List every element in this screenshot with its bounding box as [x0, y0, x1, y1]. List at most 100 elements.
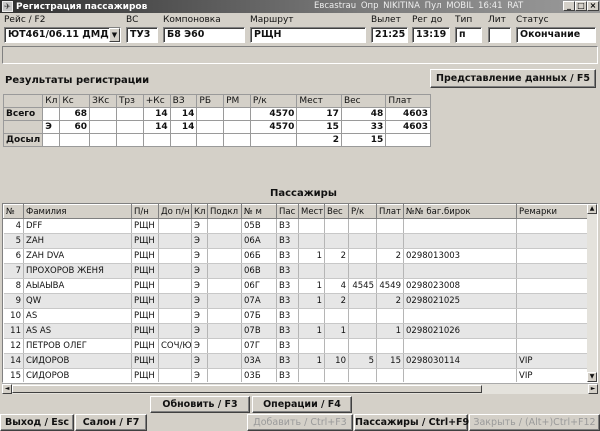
- table-cell: 4570: [249, 107, 298, 121]
- table-cell: [376, 233, 404, 249]
- column-header[interactable]: Мест: [298, 204, 325, 219]
- column-header[interactable]: Подкл: [207, 204, 242, 219]
- table-cell: [196, 120, 225, 134]
- table-cell: 06Г: [241, 278, 277, 294]
- table-cell: 10: [3, 308, 24, 324]
- table-cell: 14: [142, 120, 171, 134]
- column-header[interactable]: Пас: [276, 204, 299, 219]
- app-icon: ✈: [2, 1, 13, 12]
- table-cell: [158, 368, 192, 382]
- table-cell: [207, 338, 242, 354]
- registration-row-total[interactable]: Всего 68 14 14 4570 17 48 4603: [2, 107, 431, 121]
- window-title-bar[interactable]: ✈ Регистрация пассажиров Евсastrau Опр N…: [0, 0, 600, 13]
- table-cell: Э: [191, 353, 208, 369]
- table-row[interactable]: 12ПЕТРОВ ОЛЕГРЩНСОЧ/ЮТЭ 07ГВ3: [3, 338, 589, 354]
- vertical-scrollbar[interactable]: ▲ ▼: [587, 204, 597, 382]
- scroll-left-icon[interactable]: ◄: [2, 384, 12, 394]
- registration-row-extra[interactable]: Досыл 2 15: [2, 133, 431, 147]
- registration-row-class[interactable]: Э 60 14 14 4570 15 33 4603: [2, 120, 431, 134]
- config-field: Б8 Э60: [163, 27, 245, 43]
- refresh-button[interactable]: Обновить / F3: [150, 396, 250, 413]
- table-cell: [298, 218, 325, 234]
- table-cell: 0298030114: [403, 353, 517, 369]
- registration-corner: [2, 94, 44, 108]
- table-row[interactable]: 6 ZAH DVA РЩН Э 06Б В3 1 2 2 0298013003: [3, 248, 589, 264]
- scroll-right-icon[interactable]: ►: [588, 384, 598, 394]
- column-header[interactable]: Фамилия: [23, 204, 132, 219]
- chevron-down-icon[interactable]: ▼: [109, 28, 120, 42]
- table-cell: 4603: [385, 107, 431, 121]
- table-cell: VIP: [516, 368, 589, 382]
- table-cell: 2: [324, 293, 349, 309]
- column-header[interactable]: №: [3, 204, 24, 219]
- cabin-button[interactable]: Салон / F7: [75, 414, 147, 431]
- table-cell: ZAH DVA: [23, 248, 132, 264]
- table-cell: Э: [191, 338, 208, 354]
- column-header[interactable]: № м: [241, 204, 277, 219]
- close-window-button[interactable]: ×: [587, 1, 599, 11]
- table-cell: [324, 308, 349, 324]
- scroll-thumb[interactable]: [12, 385, 482, 393]
- column-header: +Кс: [142, 94, 171, 108]
- table-cell: [324, 218, 349, 234]
- table-cell: 48: [340, 107, 387, 121]
- scroll-down-icon[interactable]: ▼: [587, 372, 597, 382]
- table-cell: 07Г: [241, 338, 277, 354]
- table-cell: [298, 308, 325, 324]
- table-cell: РЩН: [131, 218, 159, 234]
- exit-button[interactable]: Выход / Esc: [0, 414, 74, 431]
- table-cell: [207, 308, 242, 324]
- horizontal-scrollbar[interactable]: ◄ ►: [2, 383, 598, 394]
- table-cell: [403, 368, 517, 382]
- table-cell: 11: [3, 323, 24, 339]
- table-cell: [115, 133, 144, 147]
- table-row[interactable]: 4 DFF РЩН Э 05В В3: [3, 218, 589, 234]
- table-row[interactable]: 11 AS AS РЩН Э 07В В3 1 1 1 0298021026: [3, 323, 589, 339]
- table-row[interactable]: 9 QW РЩН Э 07А В3 1 2 2 0298021025: [3, 293, 589, 309]
- close-button[interactable]: Закрыть / (Alt+)Ctrl+F12: [469, 414, 600, 431]
- table-cell: [207, 368, 242, 382]
- table-cell: 10: [324, 353, 349, 369]
- table-cell: VIP: [516, 353, 589, 369]
- scroll-up-icon[interactable]: ▲: [587, 204, 597, 214]
- flight-select[interactable]: ЮТ461/06.11 ДМД ▼: [4, 27, 121, 43]
- column-header[interactable]: №№ баг.бирок: [403, 204, 517, 219]
- column-header[interactable]: Плат: [376, 204, 404, 219]
- column-header[interactable]: Вес: [324, 204, 349, 219]
- table-cell: 4: [3, 218, 24, 234]
- table-cell: 14: [169, 107, 198, 121]
- table-cell: [298, 263, 325, 279]
- column-header: ВЗ: [169, 94, 198, 108]
- add-button[interactable]: Добавить / Ctrl+F3: [247, 414, 353, 431]
- table-row[interactable]: 15 СИДОРОВ РЩН Э 03Б В3 VIP: [3, 368, 589, 382]
- operations-button[interactable]: Операции / F4: [252, 396, 352, 413]
- column-header[interactable]: До п/н: [158, 204, 192, 219]
- table-cell: 7: [3, 263, 24, 279]
- type-label: Тип: [455, 15, 473, 25]
- table-cell: [385, 133, 431, 147]
- column-header[interactable]: Ремарки: [516, 204, 589, 219]
- table-cell: РЩН: [131, 368, 159, 382]
- data-view-button[interactable]: Представление данных / F5: [430, 69, 596, 88]
- minimize-button[interactable]: _: [563, 1, 575, 11]
- window-title: Регистрация пассажиров: [16, 1, 148, 12]
- table-row[interactable]: 8 АЫАЫВА РЩН Э 06Г В3 1 4 4545 4549 0298023008: [3, 278, 589, 294]
- table-cell: [516, 233, 589, 249]
- table-row[interactable]: 5 ZAH РЩН Э 06А В3: [3, 233, 589, 249]
- table-row[interactable]: 7 ПРОХОРОВ ЖЕНЯ РЩН Э 06В В3: [3, 263, 589, 279]
- table-row[interactable]: 14 СИДОРОВ РЩН Э 03А В3 1 10 5 15 0298030114 VIP: [3, 353, 589, 369]
- table-cell: 0298021025: [403, 293, 517, 309]
- table-cell: РЩН: [131, 278, 159, 294]
- column-header[interactable]: П/н: [131, 204, 159, 219]
- table-cell: [158, 263, 192, 279]
- column-header[interactable]: Кл: [191, 204, 208, 219]
- lit-label: Лит: [488, 15, 506, 25]
- flight-select-value: ЮТ461/06.11 ДМД: [8, 29, 109, 40]
- table-cell: [223, 107, 251, 121]
- table-row[interactable]: 10 AS РЩН Э 07Б В3: [3, 308, 589, 324]
- passengers-panel: № Фамилия П/н До п/н Кл Подкл № м Пас Ме…: [2, 203, 598, 383]
- table-cell: [158, 323, 192, 339]
- maximize-button[interactable]: □: [575, 1, 587, 11]
- column-header[interactable]: Р/к: [348, 204, 377, 219]
- passengers-button[interactable]: Пассажиры / Ctrl+F9: [354, 414, 469, 431]
